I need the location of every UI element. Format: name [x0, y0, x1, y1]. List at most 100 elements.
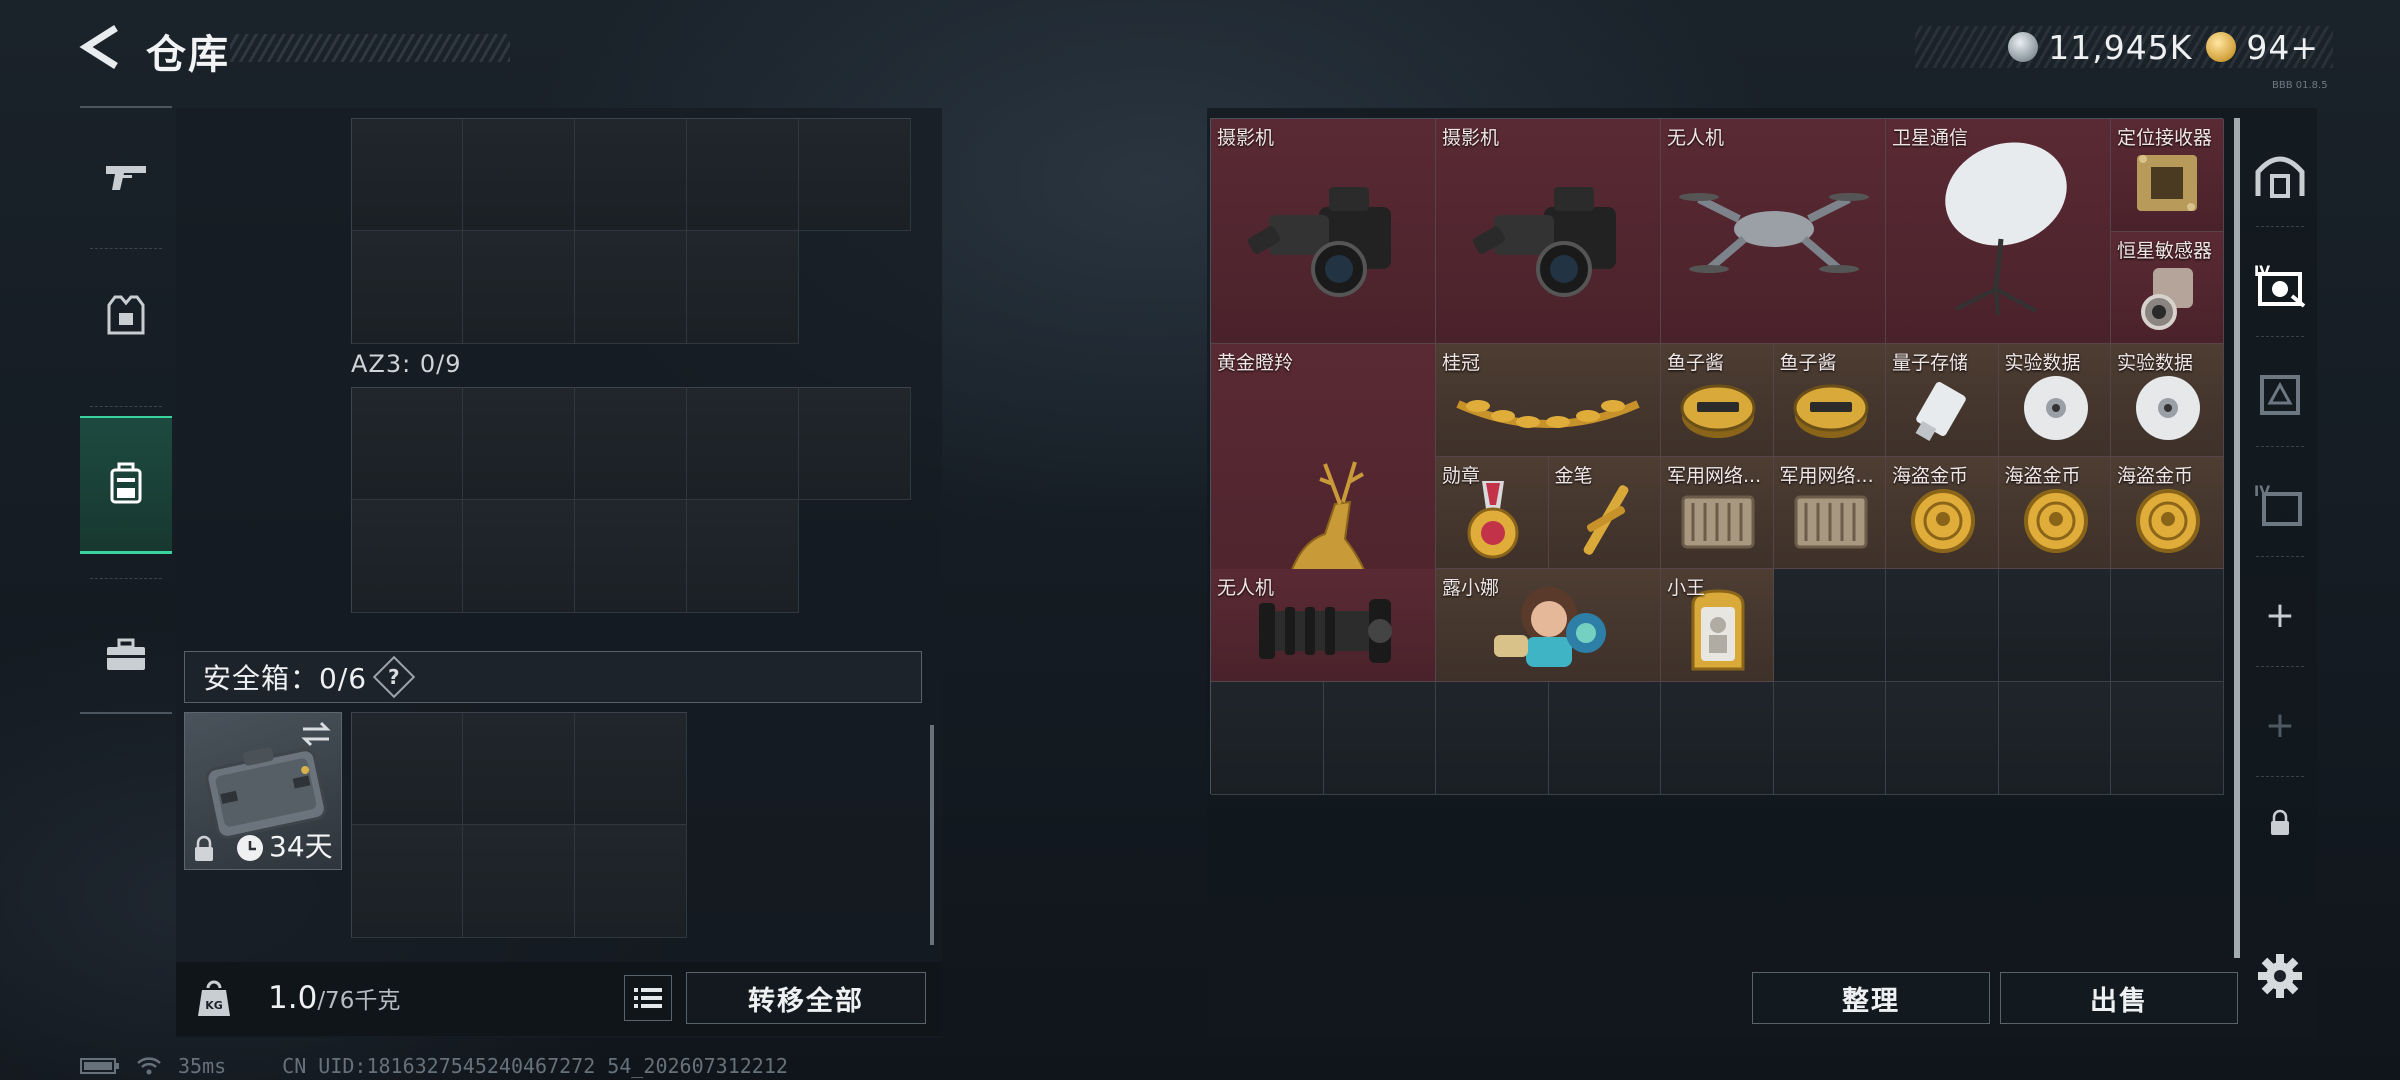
rail-weapons[interactable]	[80, 110, 172, 248]
grid-slot[interactable]	[575, 118, 687, 231]
tab-storage-3[interactable]	[2240, 340, 2320, 450]
swap-icon[interactable]	[299, 719, 333, 749]
inventory-item[interactable]: 海盗金币	[1998, 456, 2111, 570]
plus-icon: +	[2264, 594, 2296, 636]
inventory-slot[interactable]	[1548, 682, 1661, 795]
item-name: 定位接收器	[2117, 127, 2213, 149]
safe-box-label: 安全箱：0/6	[203, 662, 368, 695]
tab-storage-4[interactable]: IV	[2240, 230, 2320, 340]
inventory-item[interactable]: 摄影机	[1211, 119, 1436, 345]
disc-icon	[2011, 368, 2101, 448]
inventory-item[interactable]: 无人机	[1661, 119, 1886, 345]
grid-slot[interactable]	[687, 500, 799, 613]
rail-armor[interactable]	[80, 248, 172, 386]
safe-box-bar: 安全箱：0/6 ?	[184, 651, 922, 703]
inventory-slot[interactable]	[2111, 682, 2224, 795]
tab-storage-1[interactable]	[2240, 120, 2320, 230]
transfer-all-button[interactable]: 转移全部	[686, 972, 926, 1024]
item-name: 恒星敏感器	[2117, 239, 2213, 262]
inventory-item[interactable]: 鱼子酱	[1661, 344, 1774, 457]
grid-slot[interactable]	[575, 825, 687, 938]
inventory-slot[interactable]	[1773, 682, 1886, 795]
tab-storage-2[interactable]: IV	[2240, 450, 2320, 560]
rail-toolbox[interactable]	[80, 588, 172, 726]
grid-slot[interactable]	[351, 712, 463, 825]
grid-slot[interactable]	[351, 387, 463, 500]
grid-slot[interactable]	[575, 500, 687, 613]
grid-slot[interactable]	[575, 712, 687, 825]
grid-slot[interactable]	[463, 118, 575, 231]
inventory-slot[interactable]	[1998, 569, 2111, 682]
item-name: 桂冠	[1442, 352, 1481, 375]
grid-slot[interactable]	[351, 231, 463, 344]
inventory-grid: 摄影机 摄影机 无人机 卫星通信 定位接收器 恒星敏感器 黄金瞪羚 桂冠 鱼子酱 鱼子酱 量子存储实…	[1210, 118, 2224, 795]
grid-slot[interactable]	[351, 118, 463, 231]
inventory-slot[interactable]	[1773, 569, 1886, 682]
gold-currency[interactable]: 94+	[2206, 28, 2319, 67]
settings-gear-icon[interactable]	[2256, 952, 2304, 1000]
grid-slot[interactable]	[687, 231, 799, 344]
grid-slot[interactable]	[463, 712, 575, 825]
inventory-item[interactable]: 恒星敏感器	[2111, 231, 2224, 345]
storage-scrollbar[interactable]	[930, 725, 934, 945]
help-icon[interactable]: ?	[372, 655, 416, 699]
grid-slot[interactable]	[799, 118, 911, 231]
item-name: 摄影机	[1442, 127, 1500, 149]
grid-slot[interactable]	[463, 500, 575, 613]
grid-slot[interactable]	[351, 825, 463, 938]
add-storage-button[interactable]: +	[2240, 560, 2320, 670]
inventory-item[interactable]: 金笔	[1548, 456, 1661, 570]
inventory-item[interactable]: 海盗金币	[2111, 456, 2224, 570]
grid-slot[interactable]	[575, 387, 687, 500]
sell-button[interactable]: 出售	[2000, 972, 2238, 1024]
inventory-slot[interactable]	[1211, 682, 1324, 795]
rail-backpack[interactable]	[80, 416, 172, 554]
inventory-item[interactable]: 军用网络...	[1661, 456, 1774, 570]
inventory-item[interactable]: 军用网络...	[1773, 456, 1886, 570]
back-button[interactable]	[78, 24, 122, 70]
inventory-item[interactable]: 定位接收器	[2111, 119, 2224, 232]
inventory-slot[interactable]	[1323, 682, 1436, 795]
inventory-slot[interactable]	[1886, 569, 1999, 682]
wifi-icon	[137, 1057, 161, 1075]
az3-label: AZ3: 0/9	[351, 350, 462, 378]
grid-slot[interactable]	[799, 387, 911, 500]
silver-currency[interactable]: 11,945K	[2008, 28, 2192, 67]
grid-slot[interactable]	[687, 118, 799, 231]
inventory-item[interactable]: 小王	[1661, 569, 1774, 682]
grid-slot[interactable]	[463, 231, 575, 344]
inventory-item[interactable]: 桂冠	[1436, 344, 1661, 457]
inventory-slot[interactable]	[1661, 682, 1774, 795]
safe-box-item[interactable]: 34天	[184, 712, 342, 870]
inventory-item[interactable]: 无人机	[1211, 569, 1436, 682]
inventory-item[interactable]: 勋章	[1436, 456, 1549, 570]
usb-drive-icon	[1898, 368, 1988, 448]
inventory-item[interactable]: 卫星通信	[1886, 119, 2111, 345]
inventory-slot[interactable]	[2111, 569, 2224, 682]
grid-slot[interactable]	[687, 387, 799, 500]
list-view-button[interactable]	[624, 975, 672, 1021]
grid-slot[interactable]	[463, 825, 575, 938]
inventory-item[interactable]: 量子存储	[1886, 344, 1999, 457]
inventory-item[interactable]: 摄影机	[1436, 119, 1661, 345]
sort-button[interactable]: 整理	[1752, 972, 1990, 1024]
inventory-item[interactable]: 鱼子酱	[1773, 344, 1886, 457]
item-name: 无人机	[1217, 577, 1275, 600]
add-storage-button-locked[interactable]: +	[2240, 670, 2320, 780]
inventory-slot[interactable]	[1436, 682, 1549, 795]
grid-slot[interactable]	[351, 500, 463, 613]
inventory-slot[interactable]	[1998, 682, 2111, 795]
az3-grid	[351, 387, 915, 613]
rail-divider	[2256, 556, 2304, 557]
inventory-item[interactable]: 海盗金币	[1886, 456, 1999, 570]
status-line: 35ms CN UID:1816327545240467272 54_20260…	[80, 1054, 788, 1078]
grid-slot[interactable]	[575, 231, 687, 344]
currency-bar: 11,945K 94+	[1915, 26, 2333, 68]
inventory-item[interactable]: 实验数据	[1998, 344, 2111, 457]
grid-slot[interactable]	[463, 387, 575, 500]
inventory-item[interactable]: 实验数据	[2111, 344, 2224, 457]
inventory-slot[interactable]	[1886, 682, 1999, 795]
tab-locked[interactable]	[2240, 768, 2320, 878]
inventory-item[interactable]: 露小娜	[1436, 569, 1661, 682]
gold-coin-icon	[2206, 32, 2237, 62]
